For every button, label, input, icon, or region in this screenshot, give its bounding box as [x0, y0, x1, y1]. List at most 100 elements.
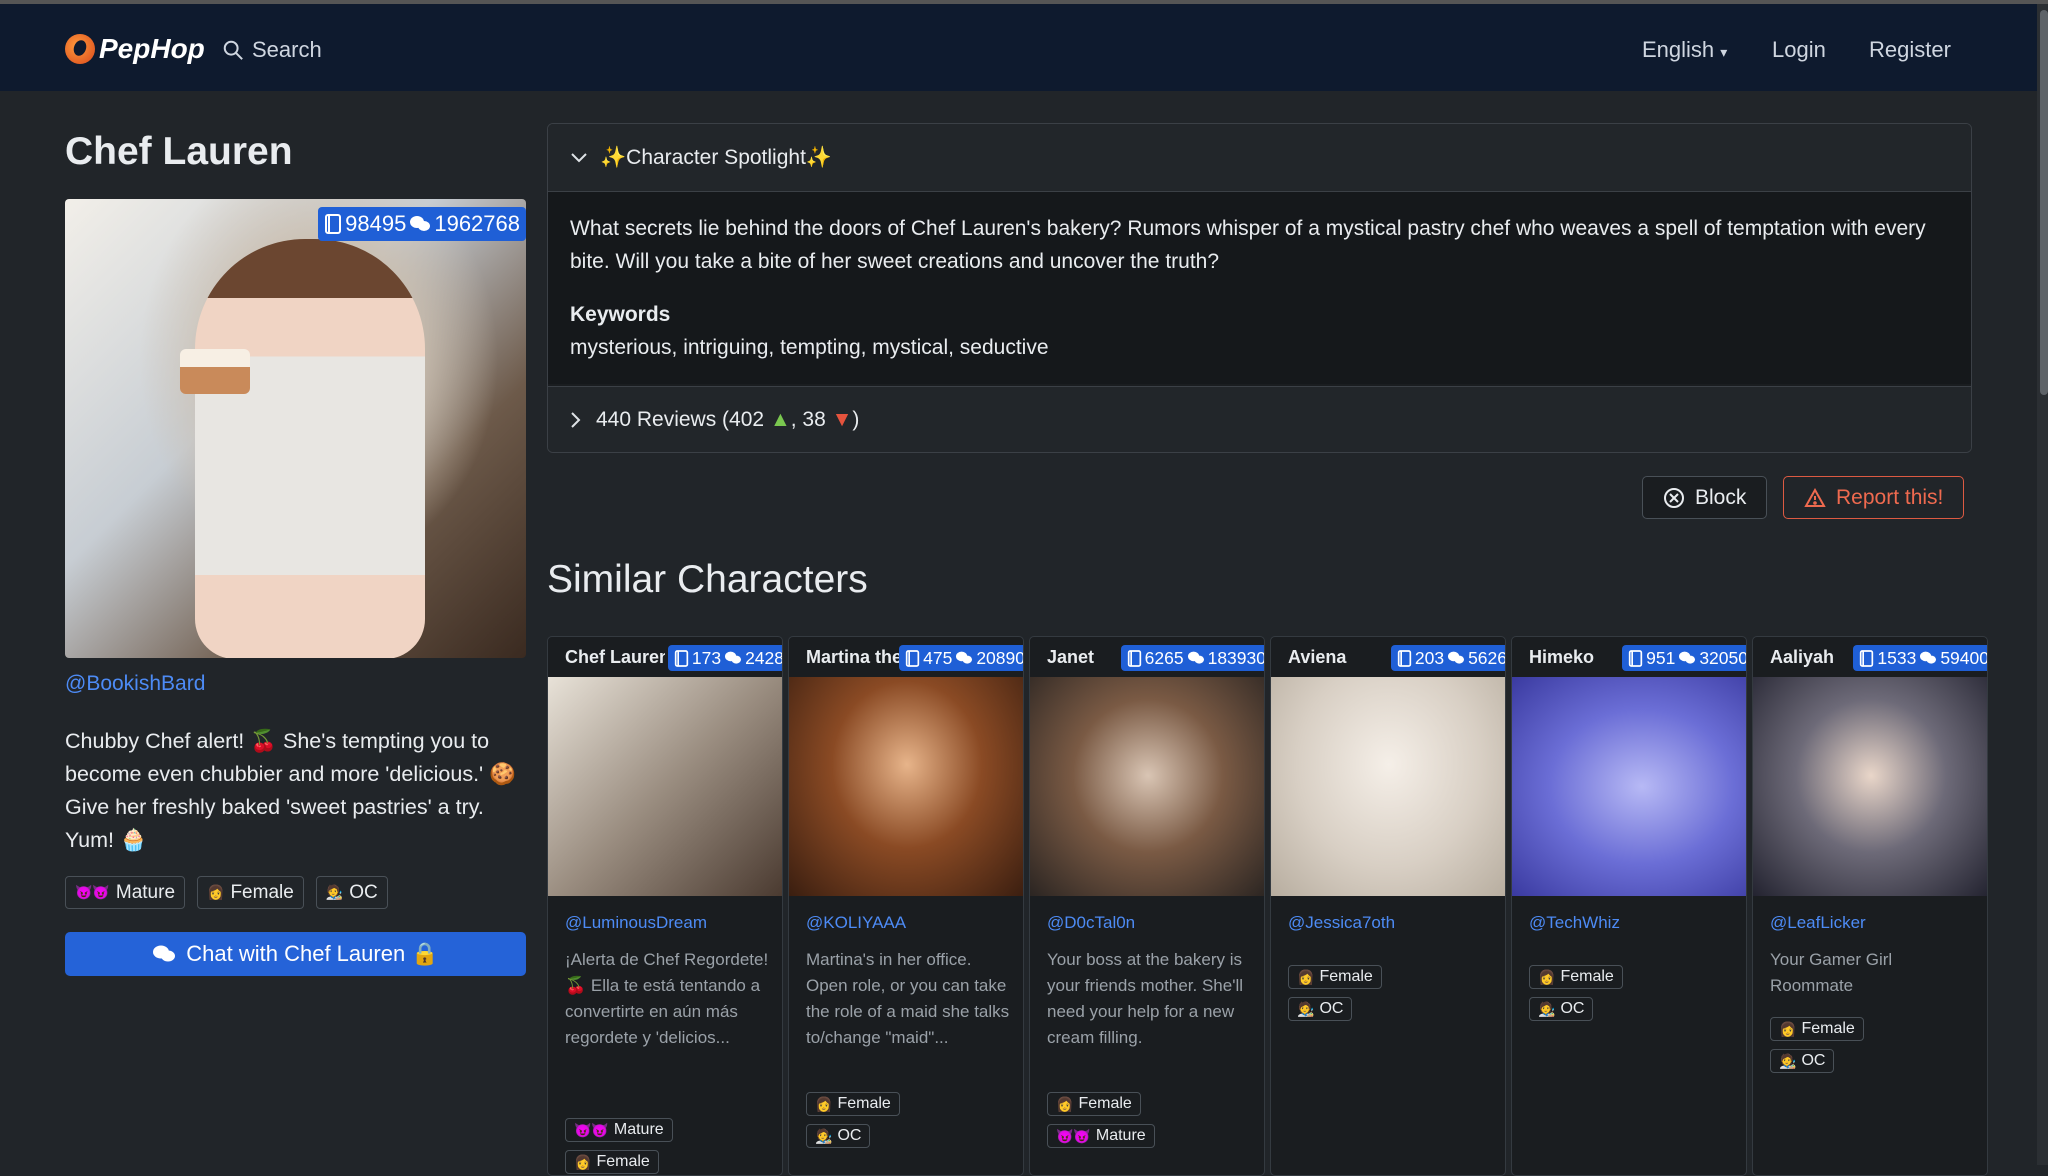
tag-female[interactable]: 👩 Female: [806, 1092, 900, 1116]
tag-female[interactable]: 👩 Female: [565, 1150, 659, 1174]
login-link[interactable]: Login: [1772, 37, 1826, 63]
tag-female[interactable]: 👩 Female: [1047, 1092, 1141, 1116]
register-link[interactable]: Register: [1869, 37, 1951, 63]
tag-emoji: 👩: [1779, 1020, 1797, 1037]
tag-label: OC: [349, 881, 378, 903]
language-dropdown[interactable]: English ▾: [1642, 37, 1727, 63]
reviews-toggle[interactable]: 440 Reviews (402 ▲, 38 ▼): [548, 386, 1971, 452]
tag-label: OC: [1801, 1052, 1826, 1069]
card-avatar: [789, 677, 1023, 896]
character-card[interactable]: Himeko 951 32050 @TechWhiz 👩 Female 🧑‍🎨 OC: [1511, 636, 1747, 1176]
card-author-link[interactable]: @LuminousDream: [565, 913, 707, 933]
card-description: Martina's in her office. Open role, or y…: [806, 950, 1010, 1047]
chats-count-icon: [725, 651, 742, 664]
card-description: ¡Alerta de Chef Regordete! 🍒 Ella te est…: [565, 950, 769, 1047]
spotlight-body: What secrets lie behind the doors of Che…: [548, 192, 1971, 384]
author-link[interactable]: @BookishBard: [65, 672, 205, 696]
spotlight-text: What secrets lie behind the doors of Che…: [570, 217, 1926, 273]
character-description: Chubby Chef alert! 🍒 She's tempting you …: [65, 729, 516, 852]
character-card[interactable]: Aviena 203 5626 @Jessica7oth 👩 Female 🧑‍🎨…: [1270, 636, 1506, 1176]
character-card[interactable]: Martina the Maid 475 20890 @KOLIYAAA Mar…: [788, 636, 1024, 1176]
card-author-link[interactable]: @TechWhiz: [1529, 913, 1620, 933]
tag-mature[interactable]: 😈😈 Mature: [1047, 1124, 1155, 1148]
search-link[interactable]: Search: [222, 37, 322, 63]
tag-label: Female: [1560, 968, 1614, 985]
tag-oc[interactable]: 🧑‍🎨 OC: [1770, 1049, 1835, 1073]
keywords-list: mysterious, intriguing, tempting, mystic…: [570, 336, 1049, 359]
tag-mature[interactable]: 😈😈 Mature: [65, 876, 186, 909]
card-avatar: [1271, 677, 1505, 896]
card-author-link[interactable]: @LeafLicker: [1770, 913, 1866, 933]
caret-down-icon: ▾: [1720, 44, 1728, 60]
card-author-link[interactable]: @KOLIYAAA: [806, 913, 906, 933]
block-button[interactable]: Block: [1642, 476, 1768, 519]
message-count-icon: [325, 214, 342, 234]
reviews-summary: 440 Reviews (402 ▲, 38 ▼): [596, 408, 859, 432]
tag-emoji: 👩: [1056, 1095, 1074, 1112]
card-messages: 6265: [1144, 647, 1184, 668]
card-stats-badge: 1533 59400: [1853, 645, 1988, 671]
tag-label: Mature: [115, 881, 176, 903]
tag-label: OC: [837, 1127, 862, 1144]
character-stats-badge: 98495 1962768: [318, 207, 526, 241]
character-card[interactable]: Aaliyah 1533 59400 @LeafLicker Your Game…: [1752, 636, 1988, 1176]
brand-name: PepHop: [99, 33, 205, 64]
search-label: Search: [252, 37, 322, 62]
tag-oc[interactable]: 🧑‍🎨 OC: [806, 1124, 871, 1148]
message-count-icon: [674, 649, 689, 667]
tag-oc[interactable]: 🧑‍🎨 OC: [1288, 997, 1353, 1021]
card-author-link[interactable]: @D0cTal0n: [1047, 913, 1135, 933]
card-chats: 5626: [1468, 647, 1506, 668]
reviews-close: ): [852, 407, 860, 431]
card-name: Janet: [1047, 647, 1095, 667]
tag-emoji: 🧑‍🎨: [325, 884, 344, 900]
card-chats: 183930: [1207, 647, 1265, 668]
tag-female[interactable]: 👩 Female: [1770, 1017, 1864, 1041]
chats-count-icon: [1187, 651, 1204, 664]
tag-label: Female: [596, 1153, 650, 1170]
tag-emoji: 👩: [574, 1153, 592, 1170]
avatar-cake: [180, 349, 250, 394]
card-avatar: [1030, 677, 1264, 896]
card-name: Aviena: [1288, 647, 1347, 667]
character-card[interactable]: Chef Lauren 173 2428 @LuminousDream ¡Ale…: [547, 636, 783, 1176]
card-chats: 59400: [1940, 647, 1988, 668]
character-card[interactable]: Janet 6265 183930 @D0cTal0n Your boss at…: [1029, 636, 1265, 1176]
card-tags: 👩 Female 🧑‍🎨 OC: [806, 1092, 900, 1148]
card-chats: 2428: [745, 647, 783, 668]
tag-emoji: 😈😈: [75, 884, 110, 900]
card-stats-badge: 951 32050: [1622, 645, 1746, 671]
circle-x-icon: [1664, 487, 1684, 508]
spotlight-header[interactable]: ✨Character Spotlight✨: [548, 124, 1971, 192]
tag-mature[interactable]: 😈😈 Mature: [565, 1118, 673, 1142]
card-tags: 👩 Female 😈😈 Mature: [1047, 1092, 1155, 1148]
chats-count-icon: [1679, 651, 1696, 664]
card-chats: 20890: [976, 647, 1024, 668]
navbar: PepHop Search English ▾ Login Register: [0, 4, 2037, 91]
message-count-icon: [1628, 649, 1643, 667]
tag-female[interactable]: 👩 Female: [197, 876, 304, 909]
card-tags: 👩 Female 🧑‍🎨 OC: [1529, 965, 1623, 1021]
chats-count-icon: [1920, 651, 1937, 664]
message-count-icon: [1860, 649, 1874, 667]
tag-female[interactable]: 👩 Female: [1529, 965, 1623, 989]
card-author-link[interactable]: @Jessica7oth: [1288, 913, 1395, 933]
message-count-icon: [905, 649, 920, 667]
page-scrollbar-thumb[interactable]: [2040, 10, 2048, 395]
chat-bubbles-icon: [153, 945, 176, 962]
tag-female[interactable]: 👩 Female: [1288, 965, 1382, 989]
card-tags: 👩 Female 🧑‍🎨 OC: [1770, 1017, 1864, 1073]
card-stats-badge: 6265 183930: [1120, 645, 1265, 671]
tag-emoji: 👩: [207, 884, 225, 900]
card-messages: 203: [1414, 647, 1445, 668]
tag-oc[interactable]: 🧑‍🎨 OC: [315, 876, 388, 909]
chat-button[interactable]: Chat with Chef Lauren 🔒: [65, 932, 526, 976]
chats-count-icon: [956, 651, 973, 664]
reviews-negative: , 38: [790, 407, 826, 431]
card-description: Your Gamer Girl Roommate: [1770, 950, 1893, 995]
tag-emoji: 😈😈: [1056, 1127, 1091, 1144]
brand-logo[interactable]: PepHop: [65, 33, 205, 65]
report-button[interactable]: Report this!: [1783, 476, 1965, 519]
spotlight-title: ✨Character Spotlight✨: [600, 145, 833, 169]
tag-oc[interactable]: 🧑‍🎨 OC: [1529, 997, 1594, 1021]
